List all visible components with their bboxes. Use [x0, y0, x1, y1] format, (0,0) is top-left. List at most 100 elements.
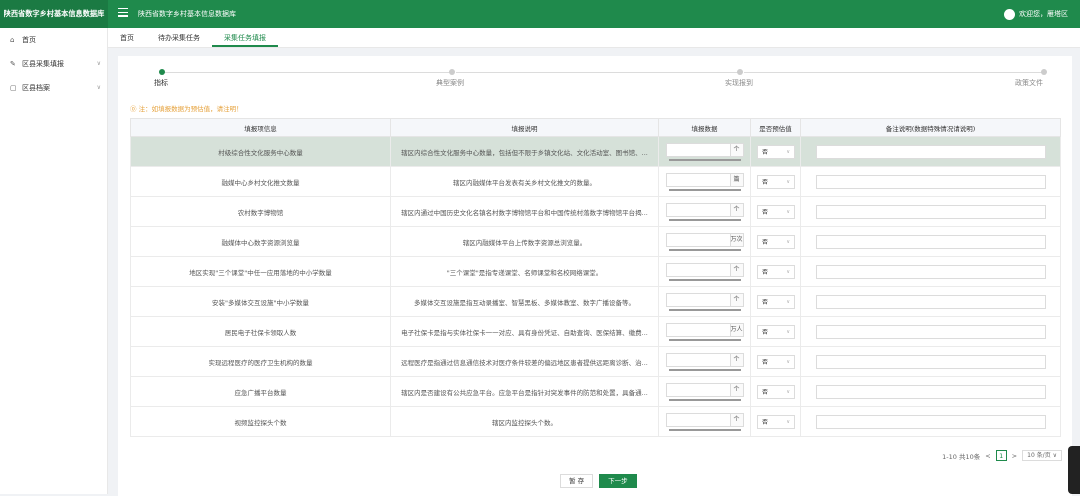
estimate-select[interactable]: 否 ∨ [757, 174, 795, 189]
remark-cell [800, 256, 1061, 287]
pagination: 1-10 共10条 < 1 > 10 条/页 ∨ [942, 450, 1062, 461]
scroll-bar[interactable] [668, 218, 741, 221]
remark-input[interactable] [815, 264, 1046, 279]
indicator-description: 辖区内综合性文化服务中心数量，包括但不限于乡镇文化站、文化活动室、图书馆、... [390, 136, 659, 167]
quantity-input[interactable]: 个 [665, 382, 744, 397]
unit-label: 个 [729, 353, 743, 366]
remark-cell [800, 286, 1061, 317]
next-step-button[interactable]: 下一步 [599, 474, 637, 488]
chevron-down-icon: ∨ [786, 298, 790, 305]
quantity-input[interactable]: 个 [665, 202, 744, 217]
estimate-value: 否 [762, 389, 769, 396]
indicator-name: 地区实现"三个课堂"中任一应用落地的中小学数量 [130, 256, 391, 287]
scroll-bar[interactable] [668, 248, 741, 251]
page-button-current[interactable]: 1 [995, 450, 1007, 461]
scroll-bar[interactable] [668, 278, 741, 281]
chevron-down-icon: ∨ [96, 60, 101, 67]
top-bar: 陕西省数字乡村基本信息数据库 陕西省数字乡村基本信息数据库 欢迎您，雁塔区 [0, 0, 1080, 28]
remark-cell [800, 226, 1061, 257]
remark-input[interactable] [815, 174, 1046, 189]
avatar[interactable] [1004, 8, 1015, 20]
remark-cell [800, 406, 1061, 437]
estimate-select[interactable]: 否 ∨ [757, 294, 795, 309]
table-row: 融媒中心乡村文化推文数量 辖区内融媒体平台发表有关乡村文化推文的数量。篇否 ∨ [130, 166, 1061, 197]
quantity-input[interactable]: 篇 [665, 172, 744, 187]
quantity-input[interactable]: 个 [665, 412, 744, 427]
sidebar-item-label: 区县档案 [22, 84, 50, 92]
tab-pending-tasks[interactable]: 待办采集任务 [146, 28, 212, 47]
chevron-down-icon: ∨ [786, 238, 790, 245]
chevron-down-icon: ∨ [786, 178, 790, 185]
indicator-description: 辖区内是否建设有公共应急平台。应急平台是指针对突发事件的防范和处置，具备通... [390, 376, 659, 407]
estimate-select[interactable]: 否 ∨ [757, 144, 795, 159]
quantity-input[interactable]: 个 [665, 292, 744, 307]
sidebar-item-label: 区县采集填报 [22, 60, 64, 68]
quantity-input[interactable]: 个 [665, 352, 744, 367]
remark-input[interactable] [815, 234, 1046, 249]
quantity-input[interactable]: 个 [665, 262, 744, 277]
quantity-input[interactable]: 个 [665, 142, 744, 157]
page-size-select[interactable]: 10 条/页 ∨ [1022, 450, 1062, 461]
remark-cell [800, 196, 1061, 227]
table-row: 居民电子社保卡领取人数 电子社保卡是指与实体社保卡一一对应、具有身份凭证、自助查询… [130, 316, 1061, 347]
remark-input[interactable] [815, 294, 1046, 309]
data-cell: 个 [658, 196, 751, 227]
tab-home[interactable]: 首页 [108, 28, 146, 47]
estimate-select[interactable]: 否 ∨ [757, 264, 795, 279]
prev-page-button[interactable]: < [985, 452, 990, 460]
quantity-input[interactable]: 万人 [665, 322, 744, 337]
user-info[interactable]: 欢迎您，雁塔区 [1004, 0, 1068, 28]
estimate-select[interactable]: 否 ∨ [757, 384, 795, 399]
estimate-select[interactable]: 否 ∨ [757, 234, 795, 249]
sidebar-item-county-collect[interactable]: ✎ 区县采集填报 ∨ [0, 52, 107, 76]
estimate-select[interactable]: 否 ∨ [757, 324, 795, 339]
indicator-description: 辖区内融媒体平台上传数字资源总浏览量。 [390, 226, 659, 257]
menu-toggle-icon[interactable] [118, 8, 128, 18]
column-header: 填报数据 [658, 118, 751, 137]
next-page-button[interactable]: > [1012, 452, 1017, 460]
estimate-cell: 否 ∨ [750, 316, 801, 347]
indicator-name: 融媒体中心数字资源浏览量 [130, 226, 391, 257]
estimate-select[interactable]: 否 ∨ [757, 354, 795, 369]
remark-input[interactable] [815, 414, 1046, 429]
scroll-bar[interactable] [668, 398, 741, 401]
remark-input[interactable] [815, 324, 1046, 339]
quantity-input[interactable]: 万次 [665, 232, 744, 247]
estimate-select[interactable]: 否 ∨ [757, 414, 795, 429]
remark-input[interactable] [815, 144, 1046, 159]
sidebar-item-home[interactable]: ⌂ 首页 [0, 28, 107, 52]
column-header: 备注说明(数据特殊情况请说明) [800, 118, 1061, 137]
data-cell: 个 [658, 256, 751, 287]
chevron-down-icon: ∨ [96, 84, 101, 91]
estimate-cell: 否 ∨ [750, 376, 801, 407]
unit-label: 篇 [729, 173, 743, 186]
estimate-select[interactable]: 否 ∨ [757, 204, 795, 219]
step-label-case[interactable]: 典型案例 [436, 78, 464, 88]
scroll-bar[interactable] [668, 308, 741, 311]
remark-input[interactable] [815, 354, 1046, 369]
step-line [162, 72, 450, 73]
step-label-indicator[interactable]: 指标 [154, 78, 168, 88]
floating-widget[interactable] [1068, 446, 1080, 494]
scroll-bar[interactable] [668, 158, 741, 161]
sidebar: ⌂ 首页 ✎ 区县采集填报 ∨ ▢ 区县档案 ∨ [0, 28, 108, 494]
unit-label: 个 [729, 263, 743, 276]
brand-title[interactable]: 陕西省数字乡村基本信息数据库 [0, 0, 108, 28]
step-label-policy[interactable]: 政策文件 [1015, 78, 1043, 88]
indicator-name: 应急广播平台数量 [130, 376, 391, 407]
scroll-bar[interactable] [668, 188, 741, 191]
table-row: 视频监控探头个数 辖区内监控探头个数。个否 ∨ [130, 406, 1061, 437]
tab-task-fill[interactable]: 采集任务填报 [212, 28, 278, 47]
scroll-bar[interactable] [668, 338, 741, 341]
remark-input[interactable] [815, 384, 1046, 399]
step-label-report[interactable]: 实现报到 [725, 78, 753, 88]
indicator-description: 远程医疗是指通过信息通信技术对医疗条件较差的偏远地区患者提供远距离诊断、治... [390, 346, 659, 377]
scroll-bar[interactable] [668, 428, 741, 431]
remark-input[interactable] [815, 204, 1046, 219]
scroll-bar[interactable] [668, 368, 741, 371]
remark-cell [800, 166, 1061, 197]
column-header: 填报说明 [390, 118, 659, 137]
sidebar-item-county-archive[interactable]: ▢ 区县档案 ∨ [0, 76, 107, 100]
save-draft-button[interactable]: 暂 存 [560, 474, 594, 488]
estimate-value: 否 [762, 299, 769, 306]
